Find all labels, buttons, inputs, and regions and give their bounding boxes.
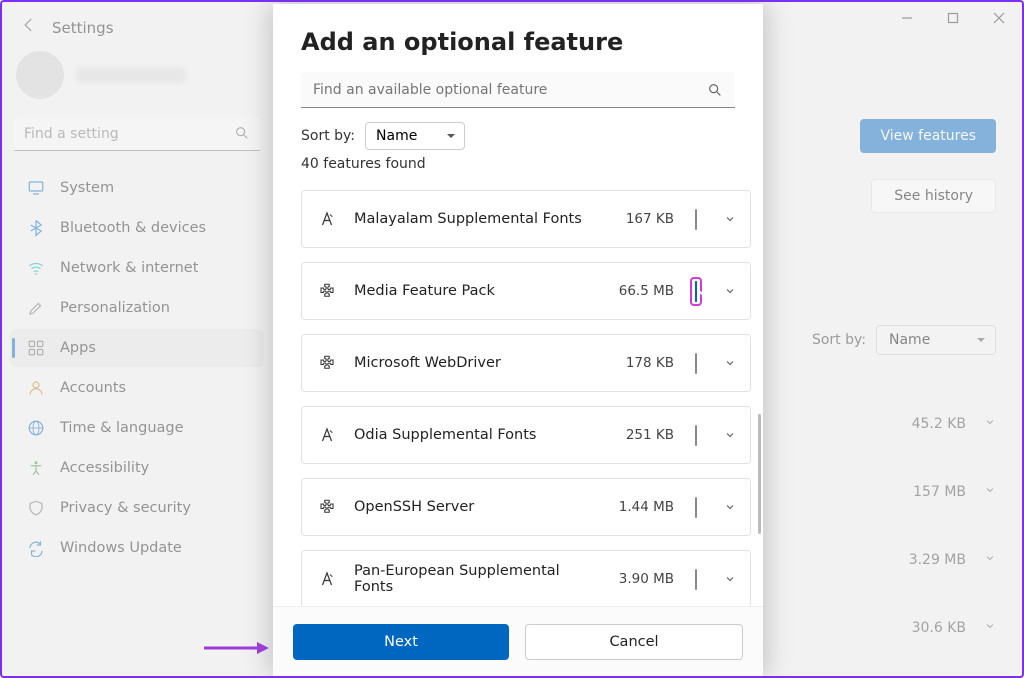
next-button[interactable]: Next <box>293 624 509 660</box>
scrollbar-thumb[interactable] <box>758 414 761 534</box>
feature-name: OpenSSH Server <box>354 499 600 515</box>
expand-chevron[interactable] <box>724 498 736 517</box>
modal-footer: Next Cancel <box>273 606 763 676</box>
feature-name: Pan-European Supplemental Fonts <box>354 563 600 595</box>
expand-chevron[interactable] <box>724 570 736 589</box>
feature-size: 167 KB <box>616 211 674 227</box>
search-icon <box>707 82 723 102</box>
feature-list[interactable]: Malayalam Supplemental Fonts 167 KB Media … <box>273 190 763 606</box>
feature-row[interactable]: OpenSSH Server 1.44 MB <box>301 478 751 536</box>
font-icon <box>316 424 338 446</box>
feature-size: 66.5 MB <box>616 283 674 299</box>
feature-size: 1.44 MB <box>616 499 674 515</box>
feature-name: Media Feature Pack <box>354 283 600 299</box>
feature-name: Microsoft WebDriver <box>354 355 600 371</box>
font-icon <box>316 568 338 590</box>
modal-sort-select[interactable]: Name <box>365 122 465 150</box>
annotation-arrow <box>202 640 272 656</box>
cancel-button[interactable]: Cancel <box>525 624 743 660</box>
checkbox-wrap <box>690 565 702 594</box>
puzzle-icon <box>316 352 338 374</box>
settings-window: Settings System Blueto <box>0 0 1024 678</box>
feature-row[interactable]: Microsoft WebDriver 178 KB <box>301 334 751 392</box>
feature-size: 251 KB <box>616 427 674 443</box>
feature-name: Malayalam Supplemental Fonts <box>354 211 600 227</box>
feature-size: 178 KB <box>616 355 674 371</box>
feature-checkbox[interactable] <box>695 497 697 518</box>
expand-chevron[interactable] <box>724 282 736 301</box>
feature-row[interactable]: Malayalam Supplemental Fonts 167 KB <box>301 190 751 248</box>
checkbox-wrap <box>690 205 702 234</box>
feature-row[interactable]: Pan-European Supplemental Fonts 3.90 MB <box>301 550 751 606</box>
feature-name: Odia Supplemental Fonts <box>354 427 600 443</box>
feature-checkbox[interactable] <box>695 209 697 230</box>
puzzle-icon <box>316 496 338 518</box>
modal-header: Add an optional feature Sort by: Name 40… <box>273 4 763 190</box>
feature-checkbox[interactable] <box>695 425 697 446</box>
modal-sort-row: Sort by: Name <box>301 122 735 150</box>
feature-size: 3.90 MB <box>616 571 674 587</box>
feature-row[interactable]: Odia Supplemental Fonts 251 KB <box>301 406 751 464</box>
feature-row[interactable]: Media Feature Pack 66.5 MB <box>301 262 751 320</box>
feature-search-input[interactable] <box>301 72 735 108</box>
checkbox-wrap <box>690 493 702 522</box>
expand-chevron[interactable] <box>724 426 736 445</box>
highlight-box <box>690 277 702 306</box>
puzzle-icon <box>316 280 338 302</box>
feature-checkbox[interactable] <box>695 281 697 302</box>
feature-checkbox[interactable] <box>695 569 697 590</box>
checkbox-wrap <box>690 421 702 450</box>
sort-label: Sort by: <box>301 128 355 144</box>
expand-chevron[interactable] <box>724 210 736 229</box>
modal-title: Add an optional feature <box>301 28 735 56</box>
add-optional-feature-modal: Add an optional feature Sort by: Name 40… <box>273 4 763 676</box>
checkbox-wrap <box>690 349 702 378</box>
expand-chevron[interactable] <box>724 354 736 373</box>
feature-checkbox[interactable] <box>695 353 697 374</box>
font-icon <box>316 208 338 230</box>
result-count: 40 features found <box>301 156 735 172</box>
